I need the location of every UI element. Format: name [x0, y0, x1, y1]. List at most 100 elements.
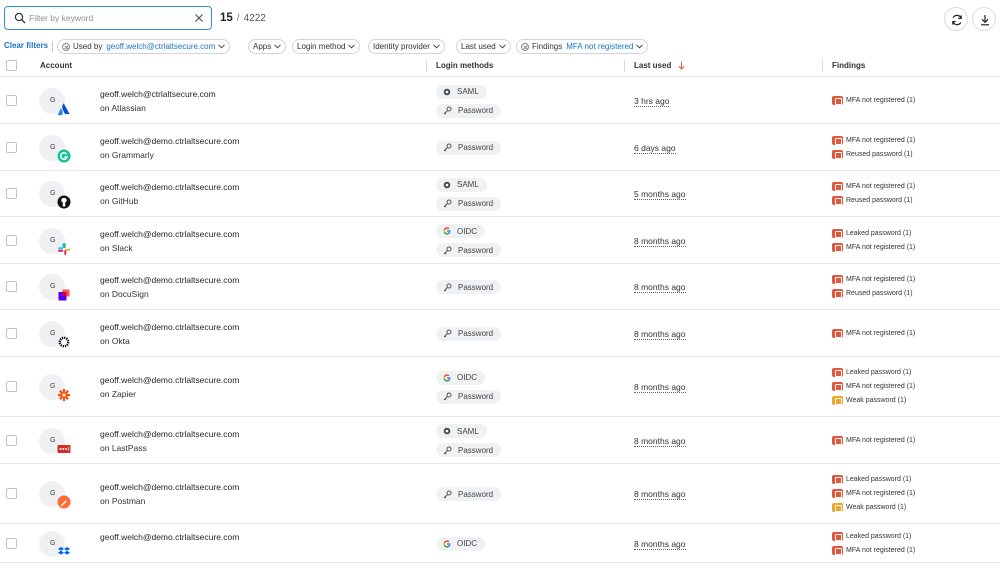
sort-descending-icon[interactable] — [678, 61, 685, 70]
used-by-filter[interactable]: Used by geoff.welch@ctrlaltsecure.com — [57, 39, 231, 54]
row-checkbox[interactable] — [6, 537, 17, 549]
account-email[interactable]: geoff.welch@demo.ctrlaltsecure.com — [100, 482, 239, 492]
account-email[interactable]: geoff.welch@demo.ctrlaltsecure.com — [100, 182, 239, 192]
column-last-used[interactable]: Last used — [634, 61, 671, 70]
finding-badge[interactable]: MFA not registered (1) — [832, 135, 915, 145]
row-checkbox[interactable] — [6, 488, 17, 499]
login-method-badge: Password — [436, 326, 502, 341]
finding-badge[interactable]: MFA not registered (1) — [832, 242, 915, 252]
row-checkbox[interactable] — [6, 234, 17, 246]
remove-filter-icon[interactable] — [521, 42, 529, 51]
account-app: on LastPass — [100, 442, 147, 453]
finding-badge[interactable]: MFA not registered (1) — [832, 435, 915, 445]
finding-badge[interactable]: Leaked password (1) — [832, 228, 911, 238]
table-row[interactable]: Ggeoff.welch@demo.ctrlaltsecure.com on Po… — [0, 464, 1000, 524]
search-input[interactable] — [29, 10, 189, 26]
finding-badge[interactable]: Reused password (1) — [832, 289, 913, 298]
table-row[interactable]: Ggeoff.welch@demo.ctrlaltsecure.com on Do… — [0, 264, 1000, 310]
identity-provider-filter[interactable]: Identity provider — [368, 39, 445, 54]
column-resize-handle[interactable] — [822, 60, 823, 72]
finding-label: Leaked password (1) — [846, 369, 912, 376]
download-icon — [981, 15, 989, 26]
table-row[interactable]: Ggeoff.welch@demo.ctrlaltsecure.com on Sl… — [0, 217, 1000, 264]
refresh-button[interactable] — [944, 7, 968, 31]
last-used-value[interactable]: 3 hrs ago — [634, 96, 670, 107]
finding-badge[interactable]: MFA not registered (1) — [832, 275, 915, 284]
column-resize-handle[interactable] — [624, 60, 625, 72]
column-account[interactable]: Account — [40, 61, 72, 70]
row-checkbox[interactable] — [6, 381, 17, 392]
select-all-checkbox[interactable] — [6, 60, 17, 71]
last-used-value[interactable]: 8 months ago — [634, 236, 686, 247]
finding-badge[interactable]: Leaked password (1) — [832, 531, 911, 541]
row-checkbox[interactable] — [6, 188, 17, 199]
remove-filter-icon[interactable] — [62, 42, 70, 51]
last-used-value[interactable]: 8 months ago — [634, 329, 686, 340]
column-findings[interactable]: Findings — [832, 61, 865, 70]
finding-badge[interactable]: MFA not registered (1) — [832, 489, 915, 498]
chevron-down-icon — [636, 44, 644, 49]
download-button[interactable] — [972, 7, 996, 31]
last-used-value[interactable]: 8 months ago — [634, 382, 686, 393]
finding-icon — [832, 149, 843, 159]
table-row[interactable]: Ggeoff.welch@ctrlaltsecure.com on Atlassi… — [0, 78, 1000, 124]
account-email[interactable]: geoff.welch@ctrlaltsecure.com — [100, 89, 216, 99]
account-email[interactable]: geoff.welch@demo.ctrlaltsecure.com — [100, 229, 239, 239]
table-row[interactable]: Ggeoff.welch@demo.ctrlaltsecure.com on La… — [0, 417, 1000, 464]
account-email[interactable]: geoff.welch@demo.ctrlaltsecure.com — [100, 136, 239, 146]
clear-filters-link[interactable]: Clear filters — [4, 41, 48, 50]
table-row[interactable]: Ggeoff.welch@demo.ctrlaltsecure.com on Gi… — [0, 171, 1000, 217]
finding-badge[interactable]: Reused password (1) — [832, 149, 913, 159]
finding-badge[interactable]: MFA not registered (1) — [832, 328, 915, 338]
last-used-value[interactable]: 5 months ago — [634, 189, 686, 200]
finding-badge[interactable]: Leaked password (1) — [832, 475, 911, 484]
last-used-value[interactable]: 8 months ago — [634, 539, 686, 550]
table-row[interactable]: Ggeoff.welch@demo.ctrlaltsecure.com OIDC 8… — [0, 524, 1000, 563]
last-used-value[interactable]: 8 months ago — [634, 282, 686, 293]
last-used-value[interactable]: 6 days ago — [634, 143, 676, 154]
finding-badge[interactable]: Leaked password (1) — [832, 368, 911, 377]
used-by-value: geoff.welch@ctrlaltsecure.com — [106, 42, 216, 51]
table-row[interactable]: Ggeoff.welch@demo.ctrlaltsecure.com on Gr… — [0, 124, 1000, 171]
zapier-icon — [57, 388, 71, 402]
avatar: G — [39, 481, 71, 509]
finding-badge[interactable]: Weak password (1) — [832, 396, 906, 405]
apps-filter[interactable]: Apps — [248, 39, 287, 54]
finding-badge[interactable]: Weak password (1) — [832, 503, 906, 512]
clear-search-icon[interactable] — [193, 12, 205, 24]
login-method-label: Login method — [297, 42, 346, 51]
avatar-initial: G — [50, 436, 56, 444]
table-row[interactable]: Ggeoff.welch@demo.ctrlaltsecure.com on Ok… — [0, 310, 1000, 357]
finding-badge[interactable]: Reused password (1) — [832, 196, 913, 205]
findings-filter[interactable]: Findings MFA not registered — [516, 39, 649, 54]
account-email[interactable]: geoff.welch@demo.ctrlaltsecure.com — [100, 429, 239, 439]
finding-badge[interactable]: MFA not registered (1) — [832, 545, 915, 555]
table-row[interactable]: Ggeoff.welch@demo.ctrlaltsecure.com on Za… — [0, 357, 1000, 417]
row-checkbox[interactable] — [6, 281, 17, 292]
last-used-value[interactable]: 8 months ago — [634, 436, 686, 447]
account-email[interactable]: geoff.welch@demo.ctrlaltsecure.com — [100, 322, 239, 332]
login-method-badge: OIDC — [436, 536, 485, 551]
login-method-filter[interactable]: Login method — [292, 39, 361, 54]
last-used-value[interactable]: 8 months ago — [634, 489, 686, 500]
account-app: on DocuSign — [100, 289, 149, 299]
account-email[interactable]: geoff.welch@demo.ctrlaltsecure.com — [100, 375, 239, 385]
finding-badge[interactable]: MFA not registered (1) — [832, 182, 915, 191]
search-box[interactable] — [4, 6, 212, 30]
key-icon — [443, 246, 458, 255]
account-email[interactable]: geoff.welch@demo.ctrlaltsecure.com — [100, 532, 239, 542]
account-app: on Slack — [100, 242, 133, 253]
column-login-methods[interactable]: Login methods — [436, 61, 493, 70]
row-checkbox[interactable] — [6, 327, 17, 339]
finding-badge[interactable]: MFA not registered (1) — [832, 96, 915, 105]
finding-label: Reused password (1) — [846, 290, 913, 297]
finding-badge[interactable]: MFA not registered (1) — [832, 382, 915, 391]
row-checkbox[interactable] — [6, 141, 17, 153]
account-email[interactable]: geoff.welch@demo.ctrlaltsecure.com — [100, 275, 239, 285]
row-checkbox[interactable] — [6, 95, 17, 106]
used-by-label: Used by — [73, 42, 103, 51]
row-checkbox[interactable] — [6, 434, 17, 446]
finding-label: Reused password (1) — [846, 150, 913, 158]
column-resize-handle[interactable] — [426, 60, 427, 72]
last-used-filter[interactable]: Last used — [456, 39, 511, 54]
